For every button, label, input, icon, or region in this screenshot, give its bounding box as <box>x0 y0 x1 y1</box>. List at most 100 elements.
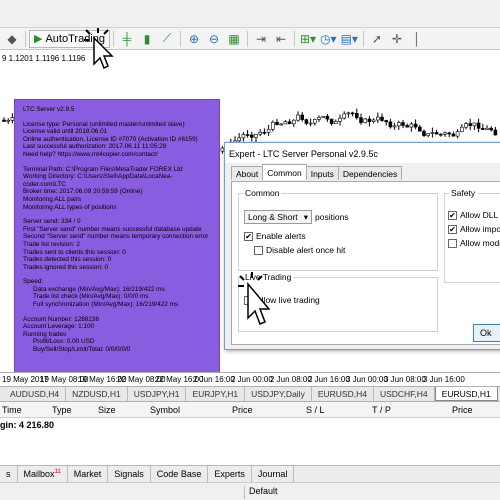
dialog-tab[interactable]: Dependencies <box>337 166 403 180</box>
margin-text: gin: 4 216.80 <box>0 420 55 430</box>
candle-body <box>422 130 426 136</box>
chart-tab[interactable]: NZDUSD,H1 <box>66 387 128 401</box>
time-axis-label: 2 Jun 16:00 <box>308 375 350 384</box>
terminal-tab[interactable]: Signals <box>108 466 151 482</box>
allow-modify-checkbox[interactable] <box>448 238 457 248</box>
chart-tab[interactable]: AUDUSD,H4 <box>4 387 67 401</box>
positions-label: positions <box>315 212 349 222</box>
positions-select-value: Long & Short <box>248 212 298 222</box>
candle-body <box>388 121 393 128</box>
terminal-tab-label: Signals <box>114 469 144 479</box>
terminal-tab-label: s <box>6 469 11 479</box>
chart-tab[interactable]: USDCHF,H4 <box>374 387 435 401</box>
column-header[interactable]: Type <box>52 405 72 415</box>
chart-tabs: AUDUSD,H4 NZDUSD,H1 USDJPY,H1 EURJPY,H1 USDJ… <box>0 386 500 402</box>
candle-body <box>417 126 422 132</box>
candle-chart-icon[interactable]: ▮ <box>139 30 155 48</box>
crosshair-icon[interactable]: ✛ <box>389 30 405 48</box>
ltc-status-line: Second "Server send" number means tempor… <box>23 233 209 241</box>
ltc-status-line: Monitoring ALL pairs <box>23 195 82 203</box>
chart-ohlc-info: 9 1.1201 1.1196 1.1196 <box>2 54 86 63</box>
candle-body <box>359 117 363 123</box>
ltc-status-line: Profit/Loss: 0.00 USD <box>33 338 95 346</box>
column-header[interactable]: Price <box>232 405 253 415</box>
candle-body <box>338 117 342 122</box>
terminal-tab[interactable]: Mailbox11 <box>18 466 68 482</box>
zoom-in-icon[interactable]: ⊕ <box>186 30 202 48</box>
allow-dll-checkbox[interactable]: ✔ <box>448 210 457 220</box>
zoom-out-icon[interactable]: ⊖ <box>206 30 222 48</box>
positions-select[interactable]: Long & Short ▾ <box>244 210 312 224</box>
candle-body <box>300 114 305 120</box>
autotrading-icon: ▶ <box>34 33 43 45</box>
candle-body <box>405 125 410 128</box>
terminal-tab[interactable]: Experts <box>208 466 252 482</box>
terminal-tab[interactable]: Journal <box>252 466 295 482</box>
toolbar-separator <box>362 30 364 47</box>
status-bar: Default <box>0 482 500 500</box>
column-header[interactable]: Size <box>98 405 116 415</box>
time-axis: 19 May 2017 19 May 08:00 19 May 16:00 22 Ma… <box>0 372 500 386</box>
candle-body <box>468 123 473 127</box>
ltc-status-line: Broker time: 2017.06.09 20:59:59 (Online… <box>23 188 143 196</box>
candle-body <box>262 131 267 134</box>
allow-import-checkbox[interactable]: ✔ <box>448 224 457 234</box>
candle-body <box>447 132 452 135</box>
column-header[interactable]: T / P <box>372 405 391 415</box>
chart-tab[interactable]: USDJPY,Daily <box>245 387 312 401</box>
candle-body <box>371 119 376 123</box>
ok-button[interactable]: Ok <box>473 324 500 342</box>
chart-tab[interactable]: EURUSD,H4 <box>312 387 374 401</box>
dialog-tab[interactable]: Common <box>262 164 307 180</box>
templates-icon[interactable]: ▤▾ <box>341 30 358 48</box>
line-chart-icon[interactable]: ⟋ <box>159 30 175 48</box>
terminal-tab[interactable]: Code Base <box>151 466 209 482</box>
candle-body <box>459 126 464 132</box>
tile-icon[interactable]: ▦ <box>226 30 242 48</box>
candle-body <box>304 119 309 124</box>
hand-cursor-icon <box>238 272 270 325</box>
cursor-icon[interactable]: ➚ <box>369 30 385 48</box>
dialog-tab[interactable]: About <box>231 166 264 180</box>
ltc-status-line: First "Server send" number means success… <box>23 225 202 233</box>
disable-alert-checkbox[interactable] <box>254 245 263 255</box>
chart-tab[interactable]: EURUSD,H1 <box>434 387 498 401</box>
column-header[interactable]: Symbol <box>150 405 180 415</box>
shift-icon[interactable]: ⇤ <box>273 30 289 48</box>
candle-body <box>321 115 326 118</box>
chart-icon[interactable]: ◆ <box>4 30 20 48</box>
ltc-status-line: Speed: <box>23 278 44 286</box>
bar-chart-icon[interactable]: ╪ <box>119 30 135 48</box>
indicators-icon[interactable]: ⊞▾ <box>300 30 316 48</box>
candle-body <box>279 123 284 126</box>
trade-table-header: Time Type Size Symbol Price S / L T / P Price <box>0 402 500 418</box>
allow-modify-label: Allow modifica <box>460 238 500 248</box>
periods-icon[interactable]: ◷▾ <box>320 30 337 48</box>
candle-body <box>384 120 389 123</box>
candle-body <box>375 116 380 121</box>
candle-body <box>329 118 334 124</box>
vertical-line-icon[interactable]: │ <box>409 30 425 48</box>
dialog-tab[interactable]: Inputs <box>305 166 339 180</box>
candle-body <box>367 118 372 123</box>
dialog-title: Expert - LTC Server Personal v2.9.5c <box>225 143 500 163</box>
candle-body <box>493 129 498 136</box>
candle-body <box>237 137 241 142</box>
enable-alerts-checkbox[interactable]: ✔ <box>244 231 253 241</box>
candle-body <box>258 131 263 135</box>
terminal-tab[interactable]: s <box>0 466 18 482</box>
column-header[interactable]: Price <box>452 405 473 415</box>
column-header[interactable]: S / L <box>306 405 325 415</box>
terminal-tab[interactable]: Market <box>68 466 109 482</box>
scroll-icon[interactable]: ⇥ <box>253 30 269 48</box>
candle-body <box>396 122 401 127</box>
chart-tab[interactable]: USDJPY,H1 <box>128 387 187 401</box>
candle-body <box>296 114 300 121</box>
trade-table-body <box>0 433 500 465</box>
candle-body <box>413 123 418 128</box>
chart-tab[interactable]: EURJPY,H1 <box>186 387 246 401</box>
column-header[interactable]: Time <box>2 405 22 415</box>
